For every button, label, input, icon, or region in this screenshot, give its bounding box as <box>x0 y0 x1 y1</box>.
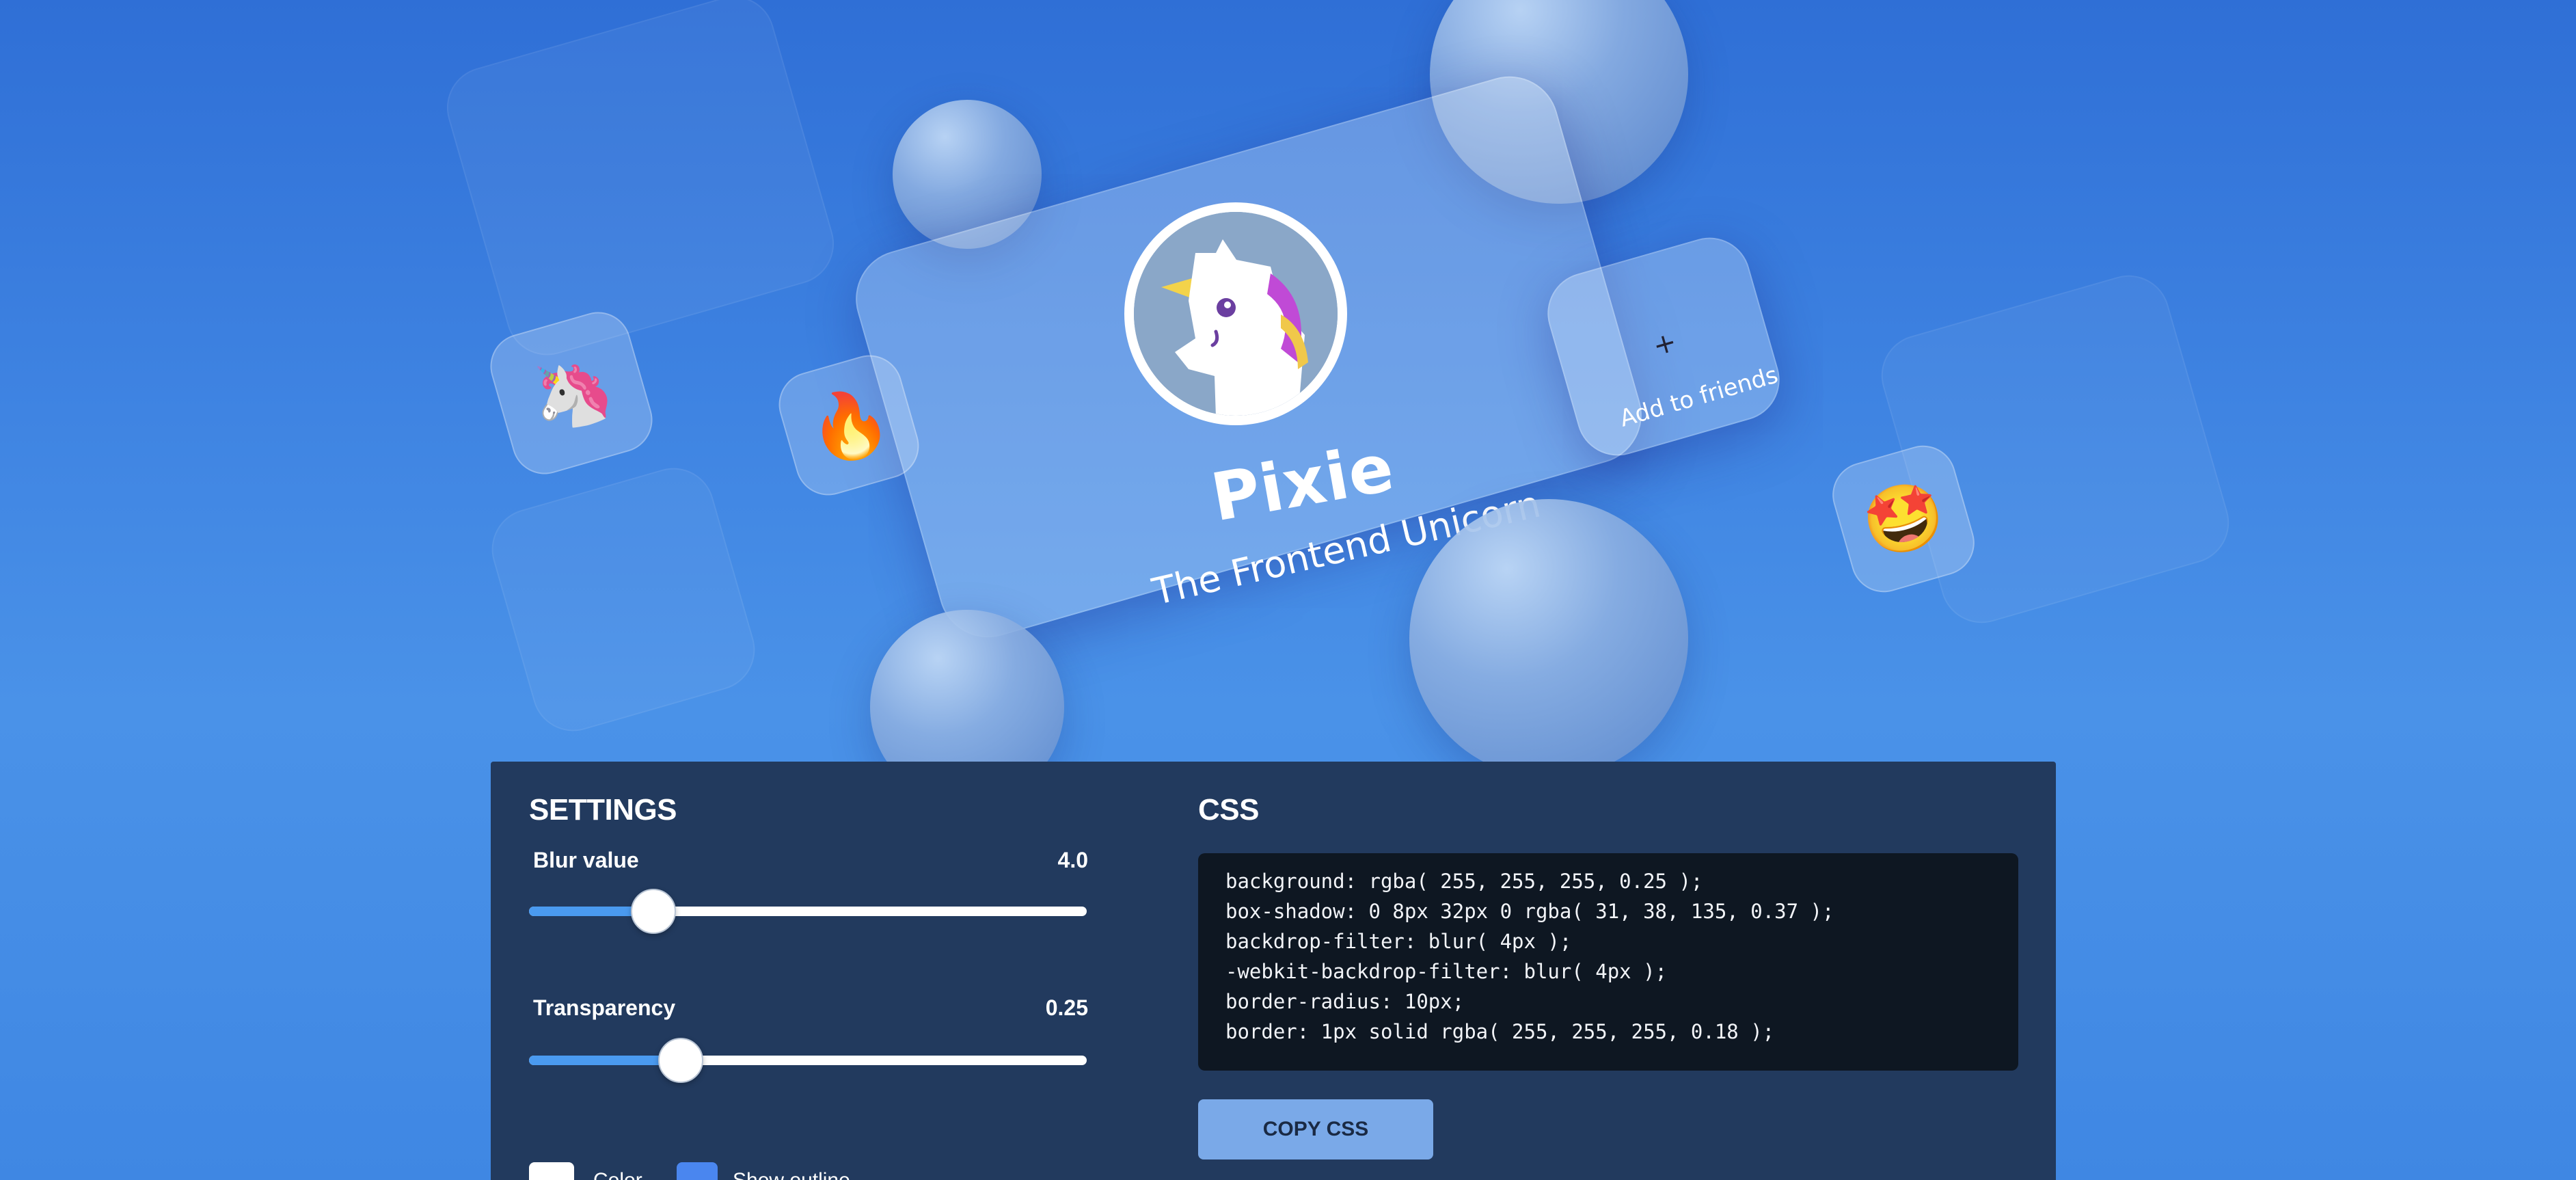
css-line: border: 1px solid rgba( 255, 255, 255, 0… <box>1225 1020 1775 1043</box>
outline-checkbox-label: Show outline <box>733 1169 850 1180</box>
css-title: CSS <box>1198 793 1259 827</box>
settings-panel: SETTINGS Blur value 4.0 Transparency 0.2… <box>491 762 2056 1180</box>
fire-icon: 🔥 <box>799 377 899 474</box>
transparency-value: 0.25 <box>1045 995 1088 1020</box>
blur-slider-thumb[interactable] <box>630 889 676 934</box>
star-struck-icon: 🤩 <box>1854 470 1953 567</box>
color-checkbox[interactable] <box>529 1162 574 1180</box>
blur-label: Blur value <box>533 848 639 872</box>
add-friend-label: Add to friends <box>1616 361 1781 433</box>
background-card <box>482 458 765 741</box>
unicorn-mascot-icon <box>1134 212 1338 416</box>
color-checkbox-label: Color <box>593 1169 642 1180</box>
copy-css-button[interactable]: COPY CSS <box>1198 1099 1433 1159</box>
blur-slider[interactable] <box>529 889 1087 934</box>
outline-checkbox[interactable] <box>677 1162 718 1180</box>
avatar <box>1124 202 1347 425</box>
decorative-sphere <box>1409 499 1688 778</box>
css-line: -webkit-backdrop-filter: blur( 4px ); <box>1225 960 1668 983</box>
transparency-slider-thumb[interactable] <box>658 1038 704 1083</box>
transparency-label: Transparency <box>533 995 676 1020</box>
unicorn-icon: 🦄 <box>521 345 621 442</box>
css-code-block[interactable]: background: rgba( 255, 255, 255, 0.25 );… <box>1198 853 2018 1071</box>
css-line: box-shadow: 0 8px 32px 0 rgba( 31, 38, 1… <box>1225 900 1834 923</box>
transparency-slider[interactable] <box>529 1038 1087 1083</box>
blur-value: 4.0 <box>1057 848 1088 872</box>
css-line: border-radius: 10px; <box>1225 990 1465 1013</box>
background-card <box>437 0 844 365</box>
plus-icon: + <box>1649 325 1681 363</box>
settings-title: SETTINGS <box>529 793 677 827</box>
transparency-slider-fill <box>529 1056 680 1065</box>
css-line: backdrop-filter: blur( 4px ); <box>1225 930 1572 953</box>
css-line: background: rgba( 255, 255, 255, 0.25 ); <box>1225 870 1703 893</box>
avatar-image <box>1134 212 1338 416</box>
